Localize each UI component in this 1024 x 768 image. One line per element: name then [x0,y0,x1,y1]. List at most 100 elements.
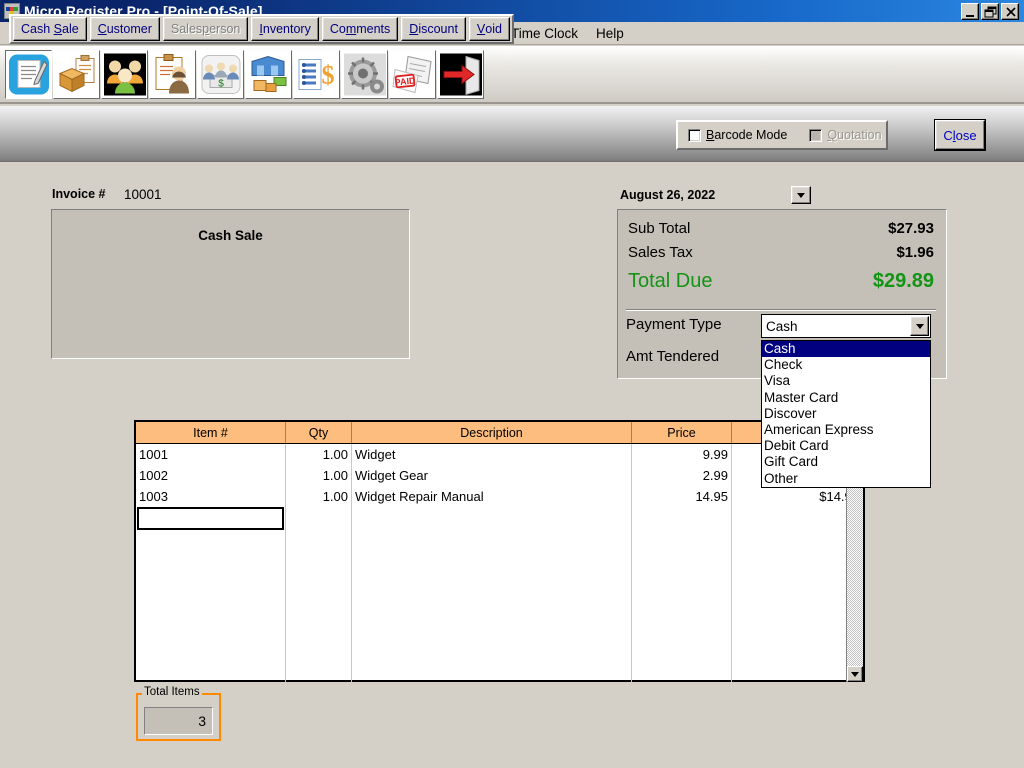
quotation-checkbox: Quotation [809,128,882,142]
dropdown-option-american-express[interactable]: American Express [762,422,930,438]
settings-gears-icon [343,53,386,95]
customer-panel-text: Cash Sale [198,228,263,243]
invoice-pen-icon [8,54,49,94]
cell-item[interactable]: 1001 [136,444,286,465]
table-row[interactable]: 1001 1.00 Widget 9.99 $9.99 [136,444,863,465]
chevron-down-icon [851,671,859,677]
cell-price[interactable]: 9.99 [632,444,732,465]
package-clipboard-icon [58,54,94,92]
amt-tendered-label: Amt Tendered [626,348,720,365]
scroll-down-button[interactable] [847,666,863,682]
line-items-grid[interactable]: Item # Qty Description Price Total 1001 … [134,420,865,682]
window-controls [961,2,1019,20]
cell-total[interactable]: $14.95 [732,486,863,507]
employee-clipboard-icon [155,53,189,93]
toolbar-button-inventory[interactable] [53,49,100,99]
menu-item-time-clock[interactable]: Time Clock [502,24,587,43]
customer-button[interactable]: Customer [89,17,160,41]
restore-button[interactable] [981,2,999,20]
sales-tax-value: $1.96 [896,244,934,261]
dropdown-option-other[interactable]: Other [762,471,930,487]
inventory-button[interactable]: Inventory [251,17,319,41]
table-row[interactable]: 1003 1.00 Widget Repair Manual 14.95 $14… [136,486,863,507]
dropdown-option-master-card[interactable]: Master Card [762,390,930,406]
salesperson-button: Sales p erson [162,17,249,41]
invoice-number-label: Invoice # [52,187,106,201]
total-due-label: Total Due [628,270,713,292]
close-form-button[interactable]: Cl ose [935,120,985,150]
cell-description[interactable]: Widget [352,444,632,465]
comments-button[interactable]: Co m ments [321,17,399,41]
payment-type-dropdown-button[interactable] [910,316,929,336]
toolbar-button-invoice[interactable] [5,49,52,99]
total-items-group: Total Items 3 [136,686,221,741]
svg-text:$: $ [321,60,334,89]
toolbar-button-exit[interactable] [437,49,484,99]
cell-qty[interactable]: 1.00 [286,465,352,486]
application-window: Micro Register Pro - [Point-Of-Sale] Fil… [0,0,1024,768]
invoice-number-value: 10001 [124,187,162,202]
discount-button[interactable]: Discount [401,17,466,41]
toolbar-button-paid-invoices[interactable]: PAID [389,49,436,99]
dropdown-option-discover[interactable]: Discover [762,406,930,422]
close-button[interactable] [1001,2,1019,20]
grid-header-description[interactable]: Description [352,422,632,443]
customers-people-icon [103,53,146,95]
toolbar-button-sales[interactable]: $ [197,49,244,99]
dropdown-option-check[interactable]: Check [762,357,930,373]
paid-invoice-icon: PAID [391,53,434,95]
payment-type-dropdown-list[interactable]: Cash Check Visa Master Card Discover Ame… [761,340,931,488]
sales-tax-row: Sales Tax $1.96 [628,244,934,261]
cell-qty[interactable]: 1.00 [286,444,352,465]
accounting-dollar-icon: $ [298,58,334,90]
grid-body: 1001 1.00 Widget 9.99 $9.99 1002 1.00 Wi… [136,444,863,682]
cell-description[interactable]: Widget Gear [352,465,632,486]
dropdown-option-debit-card[interactable]: Debit Card [762,438,930,454]
date-dropdown-button[interactable] [791,186,811,204]
void-button[interactable]: Void [468,17,510,41]
sales-tax-label: Sales Tax [628,244,693,261]
grid-active-cell[interactable] [137,507,284,530]
checkbox-box [809,128,823,142]
payment-type-value: Cash [766,318,798,334]
cell-item[interactable]: 1002 [136,465,286,486]
total-items-value: 3 [144,707,213,735]
payment-type-combobox[interactable]: Cash [761,314,931,338]
dropdown-option-cash[interactable]: Cash [762,341,930,358]
chevron-down-icon [915,323,924,329]
minimize-button[interactable] [961,2,979,20]
subtotal-label: Sub Total [628,220,691,237]
grid-header-price[interactable]: Price [632,422,732,443]
subtotal-value: $27.93 [888,220,934,237]
sale-action-button-group: Cash Sale Customer Sales p erson Inventory… [9,14,514,44]
table-row[interactable]: 1002 1.00 Widget Gear 2.99 $2.99 [136,465,863,486]
warehouse-shipping-icon [251,55,286,92]
toolbar-button-shipping[interactable] [245,49,292,99]
cell-price[interactable]: 2.99 [632,465,732,486]
cell-qty[interactable]: 1.00 [286,486,352,507]
toolbar-button-accounting[interactable]: $ [293,49,340,99]
dropdown-option-visa[interactable]: Visa [762,373,930,389]
totals-divider [626,309,936,311]
total-due-value: $29.89 [872,270,934,292]
cash-sale-button[interactable]: Cash Sale [13,17,87,41]
grid-header-qty[interactable]: Qty [286,422,352,443]
main-toolbar: $ $ PAID [0,46,1024,104]
cell-item[interactable]: 1003 [136,486,286,507]
cell-price[interactable]: 14.95 [632,486,732,507]
subtotal-row: Sub Total $27.93 [628,220,934,237]
toolbar-button-customers[interactable] [101,49,148,99]
customer-panel[interactable]: Cash Sale [51,209,410,359]
toolbar-button-settings[interactable] [341,49,388,99]
dropdown-option-gift-card[interactable]: Gift Card [762,454,930,470]
barcode-mode-checkbox[interactable]: Barcode Mode [688,128,787,142]
payment-type-label: Payment Type [626,316,722,333]
sales-meeting-icon: $ [201,54,240,94]
invoice-date: August 26, 2022 [620,188,716,202]
grid-header-row: Item # Qty Description Price Total [136,422,863,444]
svg-text:$: $ [218,78,224,89]
menu-item-help[interactable]: Help [587,24,633,43]
toolbar-button-employees[interactable] [149,49,196,99]
cell-description[interactable]: Widget Repair Manual [352,486,632,507]
grid-header-item[interactable]: Item # [136,422,286,443]
